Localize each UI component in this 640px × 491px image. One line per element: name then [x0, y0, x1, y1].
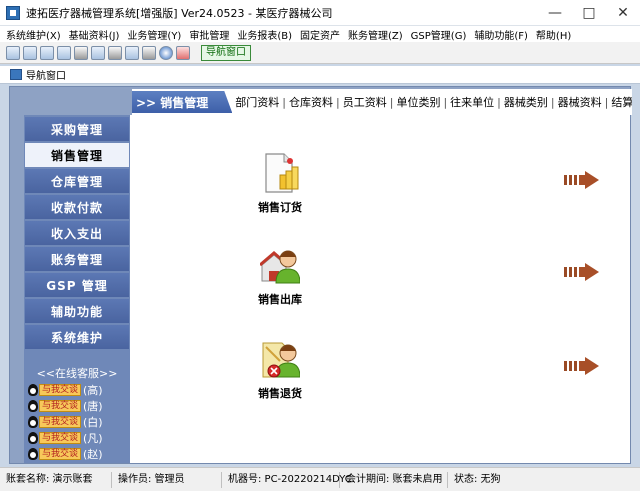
link-unit-categories[interactable]: 单位类别	[393, 94, 443, 110]
agent-name: (唐)	[83, 400, 103, 413]
action-label: 销售出库	[258, 293, 302, 306]
arrow-icon	[564, 263, 600, 281]
sidebar-item-income-expense[interactable]: 收入支出	[25, 221, 129, 245]
sidebar: 采购管理 销售管理 仓库管理 收款付款 收入支出 账务管理 GSP 管理 辅助功…	[24, 115, 130, 463]
qq-penguin-icon	[28, 384, 38, 396]
qq-penguin-icon	[28, 400, 38, 412]
return-document-icon	[260, 337, 301, 381]
nav-window-button[interactable]: 导航窗口	[201, 44, 251, 61]
close-button[interactable]: ✕	[606, 0, 640, 26]
menu-auxiliary[interactable]: 辅助功能(F)	[474, 27, 528, 42]
window-controls: — □ ✕	[538, 0, 640, 26]
grid-icon[interactable]	[6, 45, 20, 60]
online-service-title: <<在线客服>>	[36, 367, 118, 380]
app-icon	[6, 5, 20, 20]
document-icon[interactable]	[57, 45, 71, 60]
menu-approval[interactable]: 审批管理	[189, 27, 229, 42]
warehouse-user-icon	[259, 243, 301, 287]
arrow-icon	[564, 357, 600, 375]
sidebar-item-system[interactable]: 系统维护	[25, 325, 129, 349]
sidebar-item-warehouse[interactable]: 仓库管理	[25, 169, 129, 193]
link-partners[interactable]: 往来单位	[447, 94, 497, 110]
menu-basic-data[interactable]: 基础资料(J)	[69, 27, 120, 42]
link-devices[interactable]: 器械资料	[555, 94, 605, 110]
menu-business[interactable]: 业务管理(Y)	[127, 27, 181, 42]
tab-sales-management[interactable]: >> 销售管理	[132, 91, 233, 113]
online-service-row[interactable]: 与我交谈 (凡)	[28, 431, 103, 445]
status-machine: 机器号: PC-20220214DYC	[222, 471, 352, 488]
module-tab-strip: >> 销售管理 部门资料 | 仓库资料 | 员工资料 | 单位类别 | 往来单位…	[132, 89, 632, 115]
order-document-icon	[260, 151, 300, 195]
user-icon[interactable]	[74, 45, 88, 60]
link-warehouses[interactable]: 仓库资料	[286, 94, 336, 110]
menu-system[interactable]: 系统维护(X)	[6, 27, 61, 42]
status-period: 会计期间: 账套未启用	[340, 471, 448, 488]
agent-name: (赵)	[83, 448, 103, 461]
action-label: 销售退货	[258, 387, 302, 400]
chat-button[interactable]: 与我交谈	[39, 448, 82, 460]
sidebar-item-sales[interactable]: 销售管理	[25, 143, 129, 167]
online-service-row[interactable]: 与我交谈 (赵)	[28, 447, 103, 461]
maximize-button[interactable]: □	[572, 0, 606, 26]
link-device-categories[interactable]: 器械类别	[501, 94, 551, 110]
agent-name: (高)	[83, 384, 103, 397]
window-icon[interactable]	[40, 45, 54, 60]
chat-button[interactable]: 与我交谈	[39, 416, 82, 428]
minimize-button[interactable]: —	[538, 0, 572, 26]
menu-help[interactable]: 帮助(H)	[536, 27, 571, 42]
qq-penguin-icon	[28, 432, 38, 444]
title-bar: 速拓医疗器械管理系统[增强版] Ver24.0523 - 某医疗器械公司 — □…	[0, 0, 640, 26]
qq-penguin-icon	[28, 448, 38, 460]
arrow-icon	[564, 171, 600, 189]
agent-name: (凡)	[83, 432, 103, 445]
chat-button[interactable]: 与我交谈	[39, 400, 82, 412]
sidebar-item-receipts-payments[interactable]: 收款付款	[25, 195, 129, 219]
print-icon[interactable]	[108, 45, 122, 60]
menu-reports[interactable]: 业务报表(B)	[237, 27, 292, 42]
online-service-row[interactable]: 与我交谈 (高)	[28, 383, 103, 397]
sidebar-item-purchasing[interactable]: 采购管理	[25, 117, 129, 141]
chat-button[interactable]: 与我交谈	[39, 432, 82, 444]
status-account: 账套名称: 演示账套	[0, 471, 112, 488]
action-sales-order[interactable]: 销售订货	[250, 151, 310, 215]
online-service-row[interactable]: 与我交谈 (唐)	[28, 399, 103, 413]
agent-name: (白)	[83, 416, 103, 429]
status-state: 状态: 无狗	[454, 473, 501, 485]
qq-penguin-icon	[28, 416, 38, 428]
nav-window-frame: >> 销售管理 部门资料 | 仓库资料 | 员工资料 | 单位类别 | 往来单位…	[9, 86, 632, 464]
window-title: 速拓医疗器械管理系统[增强版] Ver24.0523 - 某医疗器械公司	[26, 6, 333, 20]
nav-window-icon	[10, 69, 22, 80]
sidebar-item-auxiliary[interactable]: 辅助功能	[25, 299, 129, 323]
nav-window-title: 导航窗口	[26, 71, 66, 82]
link-departments[interactable]: 部门资料	[232, 94, 282, 110]
printer-icon[interactable]	[142, 45, 156, 60]
status-bar: 账套名称: 演示账套 操作员: 管理员 机器号: PC-20220214DYC …	[0, 467, 640, 491]
menu-accounting[interactable]: 账务管理(Z)	[348, 27, 403, 42]
online-service-row[interactable]: 与我交谈 (白)	[28, 415, 103, 429]
table-icon[interactable]	[23, 45, 37, 60]
save-icon[interactable]	[125, 45, 139, 60]
content-panel: 销售订货 销售出库 销售退货	[130, 115, 630, 463]
menu-bar: 系统维护(X) 基础资料(J) 业务管理(Y) 审批管理 业务报表(B) 固定资…	[0, 26, 640, 42]
chat-button[interactable]: 与我交谈	[39, 384, 82, 396]
status-operator: 操作员: 管理员	[112, 471, 222, 488]
menu-gsp[interactable]: GSP管理(G)	[411, 27, 467, 42]
toolbar: 导航窗口	[0, 42, 640, 64]
exit-icon[interactable]	[176, 45, 190, 60]
link-employees[interactable]: 员工资料	[340, 94, 390, 110]
link-settlement-methods[interactable]: 结算方式	[608, 94, 632, 110]
refresh-icon[interactable]	[91, 45, 105, 60]
action-sales-outbound[interactable]: 销售出库	[250, 243, 310, 307]
nav-window-titlebar: 导航窗口	[0, 66, 640, 84]
action-label: 销售订货	[258, 201, 302, 214]
sidebar-item-accounting[interactable]: 账务管理	[25, 247, 129, 271]
sidebar-item-gsp[interactable]: GSP 管理	[25, 273, 129, 297]
action-sales-return[interactable]: 销售退货	[250, 337, 310, 401]
help-icon[interactable]	[159, 45, 173, 60]
menu-fixed-assets[interactable]: 固定资产	[300, 27, 340, 42]
